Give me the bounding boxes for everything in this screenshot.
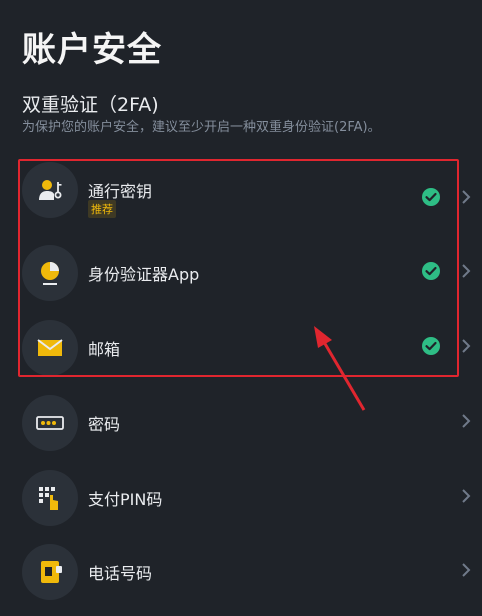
security-item-password[interactable]: 密码 [0, 391, 482, 461]
security-item-label: 电话号码 [88, 564, 153, 583]
security-item-label: 通行密钥 [88, 182, 153, 201]
check-circle-icon [422, 337, 440, 355]
chevron-right-icon [462, 414, 471, 428]
chevron-right-icon [462, 339, 471, 353]
security-item-phone[interactable]: 电话号码 [0, 540, 482, 610]
security-item-email[interactable]: 邮箱 [0, 316, 482, 386]
password-icon [22, 395, 78, 451]
page-title: 账户安全 [22, 30, 162, 70]
check-circle-icon [422, 188, 440, 206]
security-item-label: 身份验证器App [88, 265, 200, 284]
security-item-passkey[interactable]: 通行密钥 推荐 [0, 158, 482, 228]
authenticator-icon [22, 245, 78, 301]
recommended-badge: 推荐 [88, 200, 116, 218]
chevron-right-icon [462, 489, 471, 503]
security-item-payment-pin[interactable]: 支付PIN码 [0, 466, 482, 536]
chevron-right-icon [462, 563, 471, 577]
check-circle-icon [422, 262, 440, 280]
security-item-authenticator[interactable]: 身份验证器App [0, 241, 482, 311]
section-title: 双重验证（2FA) [22, 94, 159, 116]
chevron-right-icon [462, 264, 471, 278]
passkey-icon [22, 162, 78, 218]
section-description: 为保护您的账户安全，建议至少开启一种双重身份验证(2FA)。 [22, 120, 381, 135]
chevron-right-icon [462, 190, 471, 204]
security-item-label: 支付PIN码 [88, 490, 163, 509]
pin-keypad-icon [22, 470, 78, 526]
security-item-label: 邮箱 [88, 340, 121, 359]
security-item-label: 密码 [88, 415, 121, 434]
phone-icon [22, 544, 78, 600]
mail-icon [22, 320, 78, 376]
